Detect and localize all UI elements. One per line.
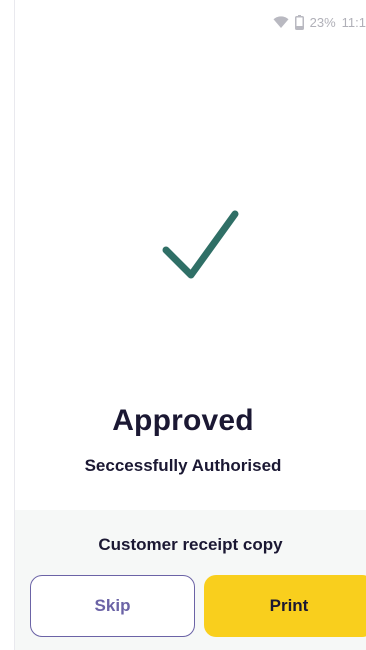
status-bar: 23% 11:1	[226, 10, 366, 34]
checkmark-icon	[160, 206, 240, 286]
print-button-label: Print	[269, 596, 309, 615]
battery-percentage: 23%	[309, 14, 336, 30]
battery-icon	[294, 14, 304, 30]
payment-result-screen: 23% 11:1 Approved Seccessfully Authorise…	[0, 0, 366, 650]
receipt-label: Customer receipt copy	[98, 535, 283, 554]
skip-button-label: Skip	[94, 596, 131, 615]
approval-subtitle: Seccessfully Authorised	[84, 456, 282, 475]
clock-time: 11:1	[341, 14, 366, 30]
wifi-icon	[273, 15, 289, 29]
approval-title: Approved	[112, 404, 254, 437]
skip-button[interactable]: Skip	[30, 575, 195, 637]
print-button[interactable]: Print	[204, 575, 366, 637]
